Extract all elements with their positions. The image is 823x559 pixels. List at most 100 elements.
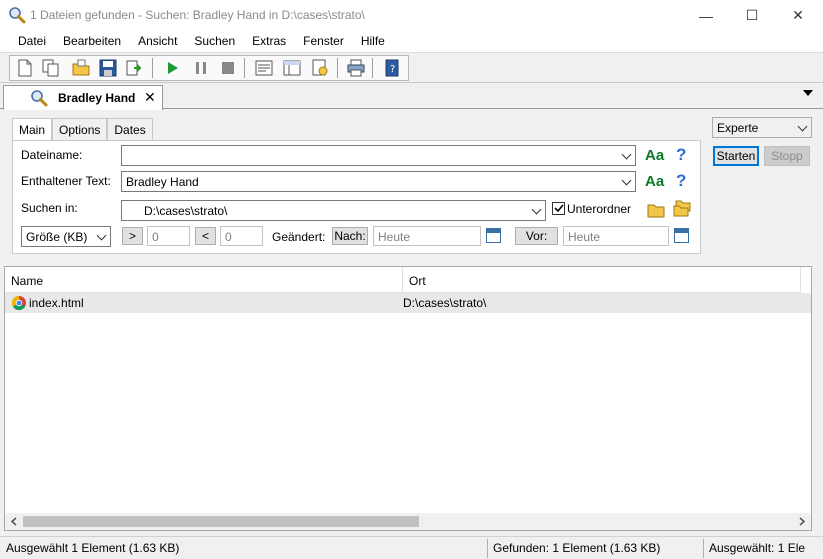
match-case-icon[interactable]: Aa xyxy=(645,147,664,164)
folders-icon[interactable] xyxy=(673,200,691,218)
menu-suchen[interactable]: Suchen xyxy=(184,31,242,52)
unterordner-label: Unterordner xyxy=(567,202,632,216)
open-folder-button[interactable] xyxy=(70,57,92,79)
toolbar-separator xyxy=(337,58,338,78)
menu-bearbeiten[interactable]: Bearbeiten xyxy=(53,31,128,52)
status-selected: Ausgewählt 1 Element (1.63 KB) xyxy=(6,541,180,555)
chevron-right-icon[interactable] xyxy=(798,517,806,526)
tab-main[interactable]: Main xyxy=(12,118,53,141)
view-details-button[interactable] xyxy=(281,57,303,79)
menu-fenster[interactable]: Fenster xyxy=(293,31,351,52)
table-row[interactable]: index.html D:\cases\strato\ xyxy=(5,293,811,313)
match-case-icon[interactable]: Aa xyxy=(645,173,664,190)
stop-button[interactable]: Stopp xyxy=(764,146,810,166)
menu-hilfe[interactable]: Hilfe xyxy=(351,31,392,52)
close-window-button[interactable]: ✕ xyxy=(775,0,821,31)
contained-text-combo[interactable]: Bradley Hand xyxy=(121,171,636,192)
tab-label: Bradley Hand xyxy=(58,91,136,105)
size-unit-value: Größe (KB) xyxy=(26,230,88,244)
greater-than-button[interactable]: > xyxy=(122,227,143,245)
title-bar: 1 Dateien gefunden - Suchen: Bradley Han… xyxy=(0,0,823,31)
menu-datei[interactable]: Datei xyxy=(8,31,53,52)
tab-list-chevron-down-icon[interactable] xyxy=(803,90,813,96)
copy-icon xyxy=(42,59,59,77)
properties-button[interactable] xyxy=(309,57,331,79)
properties-icon xyxy=(312,59,328,76)
chevron-down-icon[interactable] xyxy=(621,175,632,186)
min-size-input[interactable]: 0 xyxy=(147,226,190,246)
status-found: Gefunden: 1 Element (1.63 KB) xyxy=(493,541,661,555)
mode-select[interactable]: Experte xyxy=(712,117,812,138)
tab-bradley-hand[interactable]: Bradley Hand ✕ xyxy=(3,85,163,110)
open-folder-icon xyxy=(72,59,90,76)
mode-value: Experte xyxy=(717,121,759,135)
column-header-ort[interactable]: Ort xyxy=(403,267,801,293)
chevron-left-icon[interactable] xyxy=(10,517,18,526)
row-ort: D:\cases\strato\ xyxy=(403,296,487,310)
chrome-file-icon xyxy=(11,295,26,311)
copy-button[interactable] xyxy=(40,57,62,79)
row-name: index.html xyxy=(29,296,84,310)
pause-icon xyxy=(196,62,206,74)
minimize-button[interactable]: — xyxy=(683,0,729,31)
help-icon[interactable]: ? xyxy=(676,145,686,165)
dateiname-combo[interactable] xyxy=(121,145,636,166)
toolbar-separator xyxy=(152,58,153,78)
menu-ansicht[interactable]: Ansicht xyxy=(128,31,184,52)
nach-button[interactable]: Nach: xyxy=(332,227,368,245)
maximize-button[interactable]: ☐ xyxy=(729,0,775,31)
start-search-button[interactable] xyxy=(161,57,183,79)
details-view-icon xyxy=(283,60,301,76)
help-book-button[interactable]: ? xyxy=(381,57,403,79)
nach-date-input[interactable]: Heute xyxy=(373,226,481,246)
enthaltener-text-label: Enthaltener Text: xyxy=(21,174,111,188)
status-separator xyxy=(487,539,488,558)
check-icon xyxy=(554,204,564,213)
print-button[interactable] xyxy=(345,57,367,79)
svg-text:?: ? xyxy=(390,64,395,75)
new-document-icon xyxy=(18,59,32,77)
horizontal-scrollbar[interactable] xyxy=(5,513,811,530)
tab-options[interactable]: Options xyxy=(52,118,108,140)
save-icon xyxy=(99,59,117,77)
stop-search-button[interactable] xyxy=(217,57,239,79)
max-size-input[interactable]: 0 xyxy=(220,226,263,246)
calendar-icon[interactable] xyxy=(486,228,501,243)
status-selected-right: Ausgewählt: 1 Ele xyxy=(709,541,806,555)
less-than-button[interactable]: < xyxy=(195,227,216,245)
save-button[interactable] xyxy=(97,57,119,79)
tab-dates[interactable]: Dates xyxy=(107,118,153,140)
search-option-tabs: Main Options Dates xyxy=(12,118,153,141)
chevron-down-icon[interactable] xyxy=(797,121,808,132)
vor-date-input[interactable]: Heute xyxy=(563,226,669,246)
close-tab-icon[interactable]: ✕ xyxy=(144,89,156,106)
chevron-down-icon[interactable] xyxy=(531,204,542,215)
pause-search-button[interactable] xyxy=(190,57,212,79)
export-icon xyxy=(126,60,142,76)
unterordner-checkbox[interactable] xyxy=(552,202,565,215)
column-header-name[interactable]: Name xyxy=(5,267,403,293)
search-location-combo[interactable]: D:\cases\strato\ xyxy=(121,200,546,221)
help-icon[interactable]: ? xyxy=(676,171,686,191)
export-button[interactable] xyxy=(124,57,146,79)
scrollbar-thumb[interactable] xyxy=(23,516,419,527)
toolbar: ? xyxy=(0,53,823,83)
printer-icon xyxy=(347,59,365,77)
calendar-icon[interactable] xyxy=(674,228,689,243)
size-unit-select[interactable]: Größe (KB) xyxy=(21,226,111,247)
start-button[interactable]: Starten xyxy=(713,146,759,166)
chevron-down-icon[interactable] xyxy=(96,230,107,241)
search-location-value: D:\cases\strato\ xyxy=(144,204,228,218)
view-list-button[interactable] xyxy=(253,57,275,79)
play-icon xyxy=(168,62,178,74)
menu-extras[interactable]: Extras xyxy=(242,31,293,52)
help-book-icon: ? xyxy=(385,59,399,77)
list-view-icon xyxy=(255,60,273,76)
toolbar-separator xyxy=(372,58,373,78)
new-document-button[interactable] xyxy=(14,57,36,79)
folder-icon[interactable] xyxy=(647,202,665,218)
dateiname-label: Dateiname: xyxy=(21,148,83,162)
results-list: Name Ort index.html D:\cases\strato\ xyxy=(4,266,812,531)
vor-button[interactable]: Vor: xyxy=(515,227,558,245)
chevron-down-icon[interactable] xyxy=(621,149,632,160)
